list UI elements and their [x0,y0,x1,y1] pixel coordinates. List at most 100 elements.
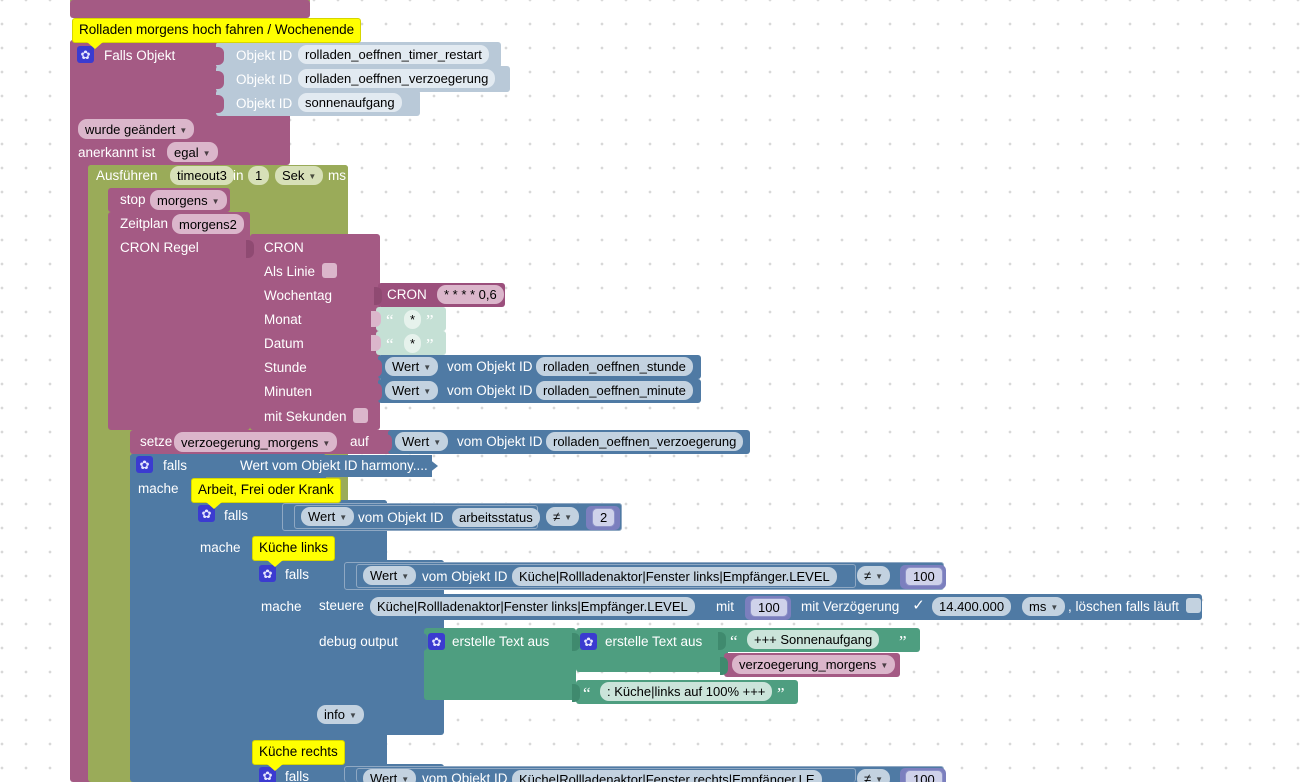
steuere-delay-unit-value: ms [1029,599,1047,614]
falls-kueche-links-operator-value: ≠ [864,568,872,583]
top-partial-magenta-block[interactable] [70,0,310,18]
cron-weekday-value[interactable]: * * * * 0,6 [437,285,504,304]
cron-row-label-stunde: Stunde [264,360,307,375]
stop-schedule-dropdown[interactable]: morgens ▼ [150,190,227,210]
timeout-unit-dropdown[interactable]: Sek ▼ [275,166,324,185]
object-id-value-1[interactable]: rolladen_oeffnen_verzoegerung [298,69,496,88]
debug-severity-dropdown[interactable]: info ▼ [317,705,364,724]
falls-kueche-links-select-value: Wert [370,568,398,583]
cron-as-line-label: Als Linie [264,264,316,279]
trigger-ack-label: anerkannt ist [78,145,156,160]
setze-value-object-id[interactable]: rolladen_oeffnen_verzoegerung [546,432,744,451]
setze-value-mid-label: vom Objekt ID [457,434,543,449]
chevron-down-icon: ▼ [564,513,573,522]
steuere-mit-label: mit [716,599,734,614]
gear-icon[interactable]: ✿ [580,633,597,650]
falls-kueche-links-operator[interactable]: ≠ ▼ [857,566,891,585]
cron-row-label-wochentag: Wochentag [264,288,333,303]
timeout-unit-suffix: ms [328,168,346,183]
falls-kueche-rechts-mid-label: vom Objekt ID [422,771,508,782]
cron-as-line-checkbox[interactable] [322,263,337,278]
steuere-object-id[interactable]: Küche|Rollladenaktor|Fenster links|Empfä… [370,597,695,616]
cron-hour-select-value: Wert [392,359,420,374]
object-id-value-2[interactable]: sonnenaufgang [298,93,402,112]
object-id-value-0[interactable]: rolladen_oeffnen_timer_restart [298,45,489,64]
object-id-label-2: Objekt ID [236,96,293,111]
steuere-delay-label: mit Verzögerung [801,599,900,614]
text-block-1-value[interactable]: +++ Sonnenaufgang [747,630,880,649]
steuere-value[interactable]: 100 [750,598,788,617]
steuere-delay-value[interactable]: 14.400.000 [932,597,1012,616]
timeout-name-field[interactable]: timeout3 [170,166,234,185]
cron-hour-select[interactable]: Wert ▼ [385,357,439,376]
steuere-delay-checkbox[interactable]: ✓ [911,598,926,613]
timeout-delay-field[interactable]: 1 [248,166,270,185]
cron-minute-select[interactable]: Wert ▼ [385,381,439,400]
cron-hour-mid-label: vom Objekt ID [447,359,533,374]
falls-arbeitsstatus-object-id[interactable]: arbeitsstatus [452,508,540,527]
variable-block-1-dropdown[interactable]: verzoegerung_morgens ▼ [732,655,896,674]
text-block-2-value[interactable]: : Küche|links auf 100% +++ [600,682,773,701]
chevron-down-icon: ▼ [401,775,410,782]
steuere-clear-checkbox[interactable] [1186,598,1201,613]
cron-weekday-notch [374,287,382,305]
chevron-down-icon: ▼ [211,196,220,206]
comment-kueche-links: Küche links [252,536,336,567]
chevron-down-icon: ▼ [202,148,211,158]
falls-kueche-rechts-operator-value: ≠ [864,771,872,782]
falls-kueche-rechts-object-id[interactable]: Küche|Rollladenaktor|Fenster rechts|Empf… [512,770,822,782]
falls-harmony-condition-text: Wert vom Objekt ID harmony.... [240,458,428,473]
gear-icon[interactable]: ✿ [136,456,153,473]
falls-kueche-rechts-select-value: Wert [370,771,398,782]
schedule-label: Zeitplan [120,216,169,231]
text-block-1-notch [718,632,726,650]
chevron-down-icon: ▼ [423,387,432,396]
falls-kueche-rechts-select[interactable]: Wert ▼ [363,769,417,782]
trigger-change-mode-dropdown[interactable]: wurde geändert ▼ [78,119,195,139]
falls-kueche-rechts-operator[interactable]: ≠ ▼ [857,769,891,782]
cron-row-label-minuten: Minuten [264,384,313,399]
falls-kueche-links-select[interactable]: Wert ▼ [363,566,417,585]
falls-kueche-links-compare-value[interactable]: 100 [905,567,943,586]
chevron-down-icon: ▼ [1050,603,1059,612]
blockly-canvas[interactable]: Rolladen morgens hoch fahren / Wochenend… [0,0,1307,782]
join-inner-notch [572,633,580,651]
falls-arbeitsstatus-select[interactable]: Wert ▼ [301,507,355,526]
falls-arbeitsstatus-compare-value[interactable]: 2 [592,508,616,527]
steuere-delay-unit-dropdown[interactable]: ms ▼ [1022,597,1066,616]
timeout-label: Ausführen [96,168,158,183]
chevron-down-icon: ▼ [348,711,357,720]
object-id-notch-0 [216,47,224,65]
trigger-ack-dropdown[interactable]: egal ▼ [167,142,218,162]
join-inner-label: erstelle Text aus [605,634,703,649]
timeout-unit-value: Sek [282,168,305,183]
trigger-ack-value: egal [174,144,199,160]
setze-variable-dropdown[interactable]: verzoegerung_morgens ▼ [174,432,338,452]
falls-harmony-mache-label: mache [138,481,179,496]
timeout-in-label: in [233,168,244,183]
falls-kueche-links-object-id[interactable]: Küche|Rollladenaktor|Fenster links|Empfä… [512,567,837,586]
falls-harmony-label: falls [163,458,188,473]
trigger-label: Falls Objekt [104,48,176,63]
cron-date-value[interactable]: * [404,334,422,353]
schedule-name-field[interactable]: morgens2 [172,214,244,234]
object-id-label-0: Objekt ID [236,48,293,63]
falls-kueche-rechts-compare-value[interactable]: 100 [905,770,943,782]
cron-seconds-checkbox[interactable] [353,408,368,423]
setze-label: setze [140,434,173,449]
cron-month-value[interactable]: * [404,310,422,329]
cron-row-label-monat: Monat [264,312,302,327]
falls-arbeitsstatus-select-value: Wert [308,509,336,524]
cron-hour-object-id[interactable]: rolladen_oeffnen_stunde [536,357,693,376]
cron-month-notch [371,311,381,327]
cron-hour-notch [374,359,382,377]
chevron-down-icon: ▼ [179,125,188,135]
quote-open-icon: “ [583,684,591,703]
gear-icon[interactable]: ✿ [259,565,276,582]
setze-value-select[interactable]: Wert ▼ [395,432,449,451]
quote-close-icon: ” [899,632,907,651]
cron-seconds-label: mit Sekunden [264,409,347,424]
cron-minute-object-id[interactable]: rolladen_oeffnen_minute [536,381,693,400]
gear-icon[interactable]: ✿ [428,633,445,650]
falls-arbeitsstatus-operator[interactable]: ≠ ▼ [546,507,580,526]
